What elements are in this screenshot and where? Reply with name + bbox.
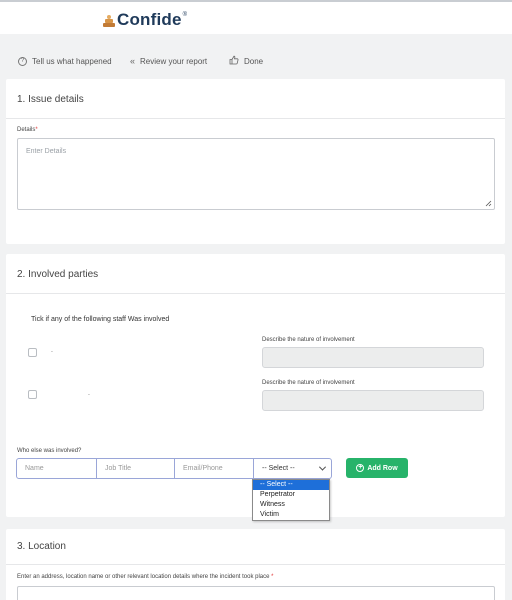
step-done-label: Done [244, 56, 264, 66]
add-row-label: Add Row [367, 464, 398, 472]
job-title-input[interactable]: Job Title [97, 458, 175, 479]
describe-involvement-label-1: Describe the nature of involvement [262, 337, 355, 343]
role-dropdown-list: -- Select -- Perpetrator Witness Victim [252, 479, 330, 521]
required-mark: * [35, 127, 38, 133]
staff-name-2: . [88, 390, 90, 397]
location-title: 3. Location [17, 541, 66, 552]
describe-involvement-input-2[interactable] [262, 390, 484, 411]
card-divider [6, 118, 505, 119]
staff-checkbox-1[interactable] [28, 348, 37, 357]
chevron-down-icon [318, 463, 327, 471]
add-row-button[interactable]: + Add Row [346, 458, 408, 478]
card-divider [6, 293, 505, 294]
describe-involvement-label-2: Describe the nature of involvement [262, 380, 355, 386]
double-chevron-left-icon: « [130, 56, 136, 66]
details-placeholder: Enter Details [26, 148, 67, 155]
step-tell-us[interactable]: ? Tell us what happened [18, 56, 112, 66]
logo-text: Confide [117, 10, 182, 29]
step-done[interactable]: Done [229, 55, 263, 67]
role-select-value: -- Select -- [262, 465, 295, 472]
staff-checkbox-2[interactable] [28, 390, 37, 399]
involved-row: Name Job Title Email/Phone -- Select -- [16, 458, 332, 479]
question-circle-icon: ? [18, 56, 27, 66]
report-steps: ? Tell us what happened « Review your re… [0, 52, 512, 70]
tick-instruction: Tick if any of the following staff Was i… [31, 316, 170, 323]
plus-circle-icon: + [356, 464, 365, 472]
role-option-perpetrator[interactable]: Perpetrator [253, 490, 329, 500]
involved-parties-title: 2. Involved parties [17, 269, 99, 280]
involved-parties-card: 2. Involved parties Tick if any of the f… [6, 254, 505, 517]
confide-logo[interactable]: Confide ® [103, 10, 187, 30]
step-review[interactable]: « Review your report [130, 56, 207, 66]
role-option-witness[interactable]: Witness [253, 500, 329, 510]
role-option-victim[interactable]: Victim [253, 510, 329, 520]
role-option-select[interactable]: -- Select -- [253, 480, 329, 490]
location-card: 3. Location Enter an address, location n… [6, 529, 505, 600]
details-label: Details* [17, 127, 38, 133]
who-else-label: Who else was involved? [17, 448, 82, 454]
logo-mark-icon [103, 15, 115, 27]
resize-handle-icon[interactable] [485, 200, 492, 207]
issue-details-card: 1. Issue details Details* Enter Details [6, 79, 505, 244]
step-tell-us-label: Tell us what happened [32, 56, 112, 66]
address-label: Enter an address, location name or other… [17, 574, 274, 580]
required-mark: * [271, 574, 274, 580]
name-input[interactable]: Name [16, 458, 97, 479]
email-phone-input[interactable]: Email/Phone [175, 458, 254, 479]
step-review-label: Review your report [140, 56, 208, 66]
address-input[interactable] [17, 586, 495, 600]
thumbs-up-icon [229, 55, 239, 67]
logo-registered-mark: ® [182, 12, 188, 18]
top-bar: Confide ® [0, 0, 512, 34]
details-textarea[interactable]: Enter Details [17, 138, 495, 210]
role-select[interactable]: -- Select -- [254, 458, 332, 479]
card-divider [6, 564, 505, 565]
describe-involvement-input-1[interactable] [262, 347, 484, 368]
issue-details-title: 1. Issue details [17, 94, 84, 105]
staff-name-1: . [51, 347, 53, 354]
